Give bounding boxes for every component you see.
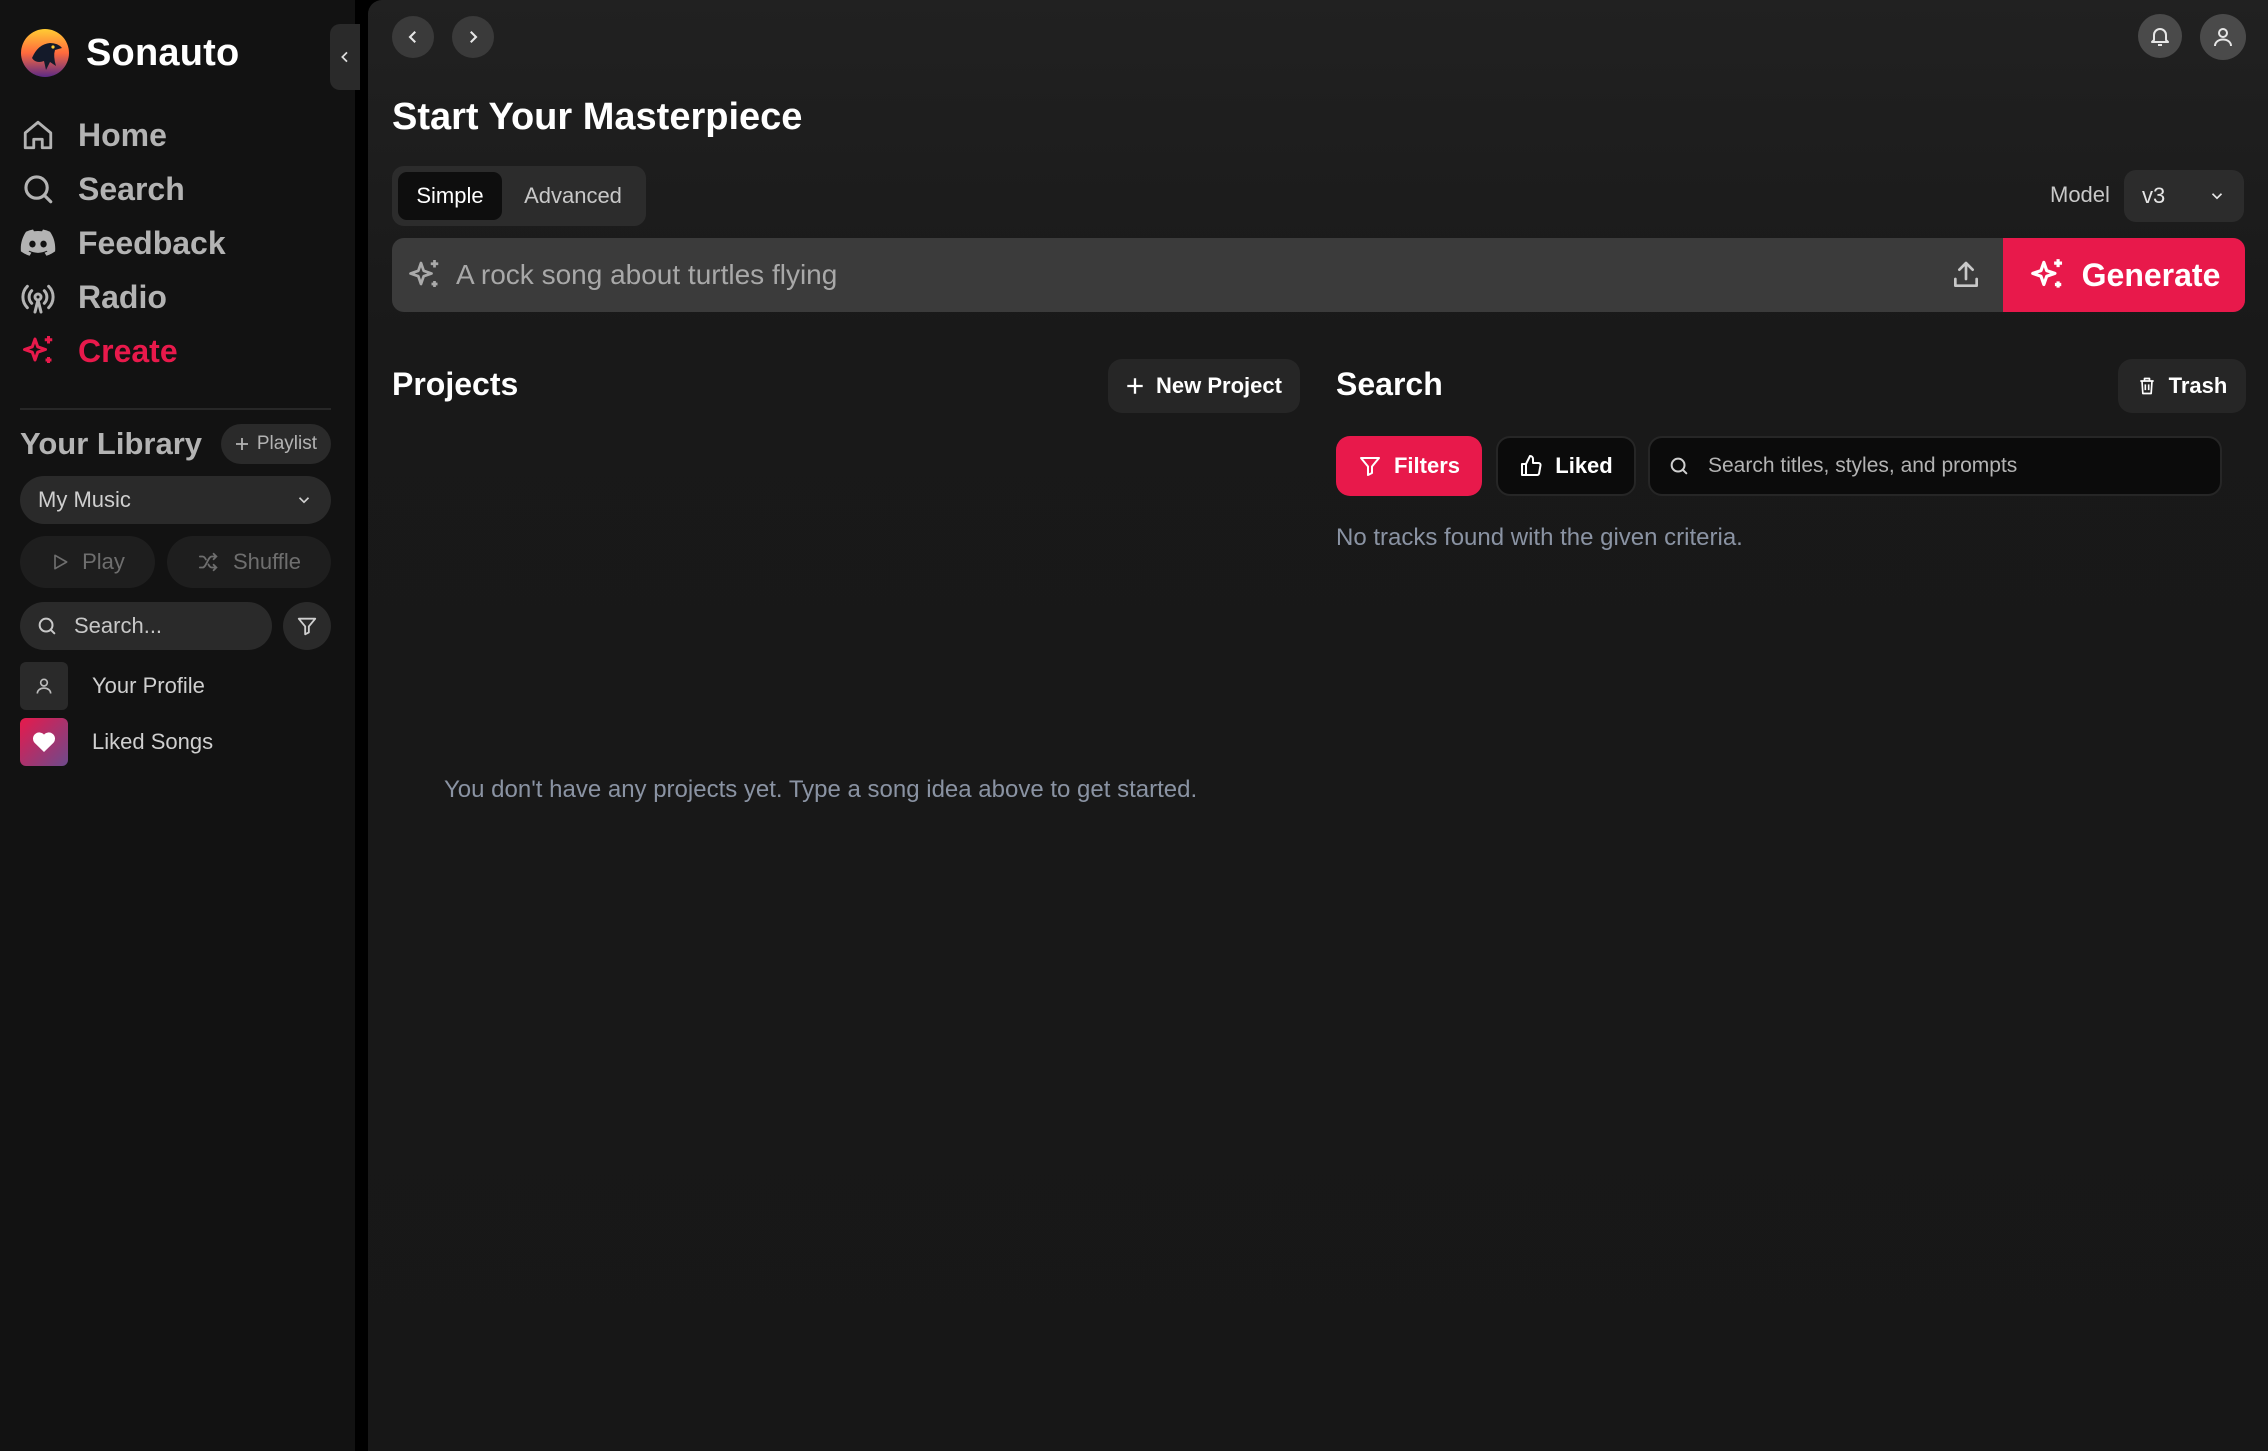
plus-icon [1126, 377, 1144, 395]
thumbs-up-icon [1519, 454, 1543, 478]
sparkle-icon [20, 333, 56, 369]
nav-create[interactable]: Create [20, 324, 226, 378]
chevron-right-icon [464, 28, 482, 46]
sidebar: Sonauto Home Search Feedback Radio Creat… [0, 0, 355, 1451]
nav-create-label: Create [78, 332, 178, 369]
main-panel: Start Your Masterpiece Simple Advanced M… [368, 0, 2268, 1451]
sparkle-icon [392, 257, 456, 293]
filter-icon [1358, 454, 1382, 478]
radio-icon [20, 279, 56, 315]
library-select[interactable]: My Music [20, 476, 331, 524]
library-title: Your Library [20, 426, 203, 461]
add-playlist-label: Playlist [256, 433, 317, 454]
track-search-input[interactable] [1708, 454, 2202, 478]
user-icon [20, 662, 68, 710]
model-select[interactable]: v3 [2124, 170, 2244, 222]
new-project-label: New Project [1156, 373, 1282, 398]
back-button[interactable] [392, 16, 434, 58]
filters-label: Filters [1393, 453, 1461, 478]
account-button[interactable] [2200, 14, 2246, 60]
sidebar-divider [20, 408, 331, 410]
tab-simple[interactable]: Simple [398, 172, 502, 220]
play-button[interactable]: Play [20, 536, 155, 588]
bell-icon [2148, 24, 2172, 48]
chevron-down-icon [2208, 187, 2226, 205]
generate-label: Generate [2081, 256, 2221, 293]
search-title: Search [1336, 366, 1443, 402]
projects-title: Projects [392, 366, 519, 402]
brand[interactable]: Sonauto [20, 28, 239, 78]
nav-feedback-label: Feedback [78, 224, 226, 261]
library-play-row: Play Shuffle [20, 536, 331, 588]
shuffle-label: Shuffle [232, 549, 302, 574]
liked-button[interactable]: Liked [1496, 436, 1636, 496]
chevron-left-icon [404, 28, 422, 46]
notifications-button[interactable] [2138, 14, 2182, 58]
library-search-placeholder: Search... [74, 613, 163, 638]
trash-label: Trash [2168, 373, 2228, 398]
chevron-down-icon [295, 491, 313, 509]
library-item-label: Liked Songs [92, 729, 214, 754]
shuffle-icon [197, 551, 221, 573]
generate-button[interactable]: Generate [2003, 238, 2245, 312]
projects-empty-text: You don't have any projects yet. Type a … [444, 776, 1198, 803]
library-item-profile[interactable]: Your Profile [20, 662, 205, 710]
library-header: Your Library Playlist [20, 422, 331, 466]
heart-icon [20, 718, 68, 766]
sparkle-icon [2028, 256, 2066, 294]
plus-icon [235, 437, 249, 451]
upload-icon [1950, 259, 1982, 291]
library-select-value: My Music [38, 487, 131, 512]
user-icon [2211, 25, 2235, 49]
collapse-sidebar-button[interactable] [330, 24, 360, 90]
library-search[interactable]: Search... [20, 602, 272, 650]
add-playlist-button[interactable]: Playlist [220, 424, 331, 464]
nav-radio[interactable]: Radio [20, 270, 226, 324]
main-nav: Home Search Feedback Radio Create [20, 108, 226, 378]
new-project-button[interactable]: New Project [1108, 359, 1300, 413]
home-icon [20, 117, 56, 153]
library-item-label: Your Profile [92, 673, 205, 698]
sonauto-logo-icon [21, 29, 69, 77]
track-search-box [1648, 436, 2222, 496]
forward-button[interactable] [452, 16, 494, 58]
nav-feedback[interactable]: Feedback [20, 216, 226, 270]
nav-home-label: Home [78, 116, 167, 153]
search-icon [1668, 455, 1690, 477]
liked-label: Liked [1555, 453, 1613, 478]
search-icon [36, 615, 58, 637]
chevron-left-icon [337, 49, 353, 65]
nav-home[interactable]: Home [20, 108, 226, 162]
search-icon [20, 171, 56, 207]
brand-name: Sonauto [86, 31, 240, 74]
nav-search[interactable]: Search [20, 162, 226, 216]
search-empty-text: No tracks found with the given criteria. [1336, 524, 1743, 551]
nav-search-label: Search [78, 170, 185, 207]
play-icon [50, 552, 70, 572]
library-filter-button[interactable] [283, 602, 331, 650]
filters-button[interactable]: Filters [1336, 436, 1482, 496]
play-label: Play [82, 549, 125, 574]
nav-radio-label: Radio [78, 278, 167, 315]
library-item-liked-songs[interactable]: Liked Songs [20, 718, 213, 766]
shuffle-button[interactable]: Shuffle [167, 536, 331, 588]
tab-advanced[interactable]: Advanced [506, 172, 640, 220]
mode-tabs: Simple Advanced [392, 166, 646, 226]
trash-icon [2137, 375, 2157, 397]
prompt-bar: Generate [392, 238, 2245, 312]
trash-button[interactable]: Trash [2118, 359, 2246, 413]
upload-button[interactable] [1929, 238, 2003, 312]
page-title: Start Your Masterpiece [392, 96, 803, 138]
filter-icon [296, 615, 318, 637]
discord-icon [20, 225, 56, 261]
model-select-value: v3 [2142, 183, 2166, 208]
model-label: Model [2050, 182, 2110, 207]
prompt-input[interactable] [456, 259, 1929, 291]
